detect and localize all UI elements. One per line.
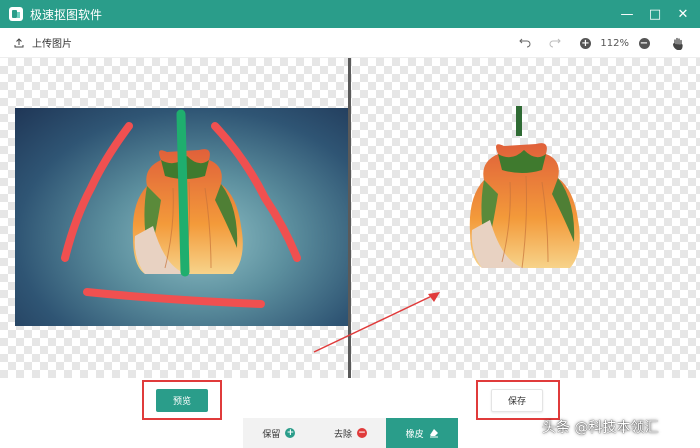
source-image[interactable] — [15, 108, 349, 326]
eraser-label: 橡皮 — [405, 429, 424, 440]
app-logo-icon — [9, 7, 23, 21]
zoom-out-button[interactable]: − — [636, 35, 652, 51]
remove-stroke-bottom — [83, 288, 265, 308]
zoom-in-icon: + — [579, 37, 591, 49]
upload-label: 上传图片 — [32, 39, 72, 50]
minus-circle-icon: − — [357, 428, 368, 438]
plus-circle-icon: + — [285, 428, 296, 438]
upload-icon — [14, 37, 24, 47]
minimize-button[interactable]: — — [618, 5, 636, 23]
remove-mode-button[interactable]: 去除 − — [315, 418, 387, 448]
title-bar: 极速抠图软件 — □ ✕ — [0, 0, 700, 28]
keep-stroke — [176, 109, 190, 277]
app-title: 极速抠图软件 — [30, 7, 103, 22]
upload-image-button[interactable]: 上传图片 — [14, 35, 72, 50]
undo-button[interactable] — [517, 35, 533, 51]
redo-button[interactable] — [547, 35, 563, 51]
eraser-mode-button[interactable]: 橡皮 — [386, 418, 459, 448]
eraser-icon — [429, 429, 438, 438]
maximize-button[interactable]: □ — [646, 5, 664, 23]
watermark-text: 头条 @科技本领汇 — [542, 420, 659, 436]
undo-icon — [519, 38, 531, 48]
preview-button[interactable]: 预览 — [156, 389, 208, 412]
result-image — [469, 106, 580, 269]
pan-hand-button[interactable] — [670, 35, 686, 51]
keep-mode-button[interactable]: 保留 + — [243, 418, 315, 448]
view-tools: + 112% − — [517, 28, 700, 58]
remove-stroke-left — [61, 122, 133, 262]
keep-label: 保留 — [262, 429, 281, 440]
window-controls: — □ ✕ — [618, 0, 692, 28]
zoom-out-icon: − — [638, 37, 650, 49]
source-artwork — [61, 109, 301, 308]
redo-icon — [549, 38, 562, 48]
close-button[interactable]: ✕ — [674, 5, 692, 23]
watermark: 头条 @科技本领汇 — [542, 417, 658, 437]
save-button[interactable]: 保存 — [491, 389, 543, 412]
hand-icon — [673, 37, 683, 50]
brush-mode-bar: 保留 + 去除 − 橡皮 — [243, 418, 459, 448]
annotation-arrow — [313, 292, 440, 353]
zoom-level: 112% — [600, 37, 629, 49]
toolbar: 上传图片 + 112% − — [0, 28, 700, 58]
remove-label: 去除 — [334, 429, 353, 440]
zoom-in-button[interactable]: + — [577, 35, 593, 51]
